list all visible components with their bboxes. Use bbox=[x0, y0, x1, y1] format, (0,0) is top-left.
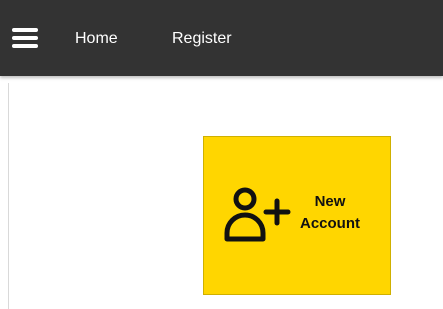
hamburger-menu-icon[interactable] bbox=[12, 28, 38, 48]
tile-label-line2: Account bbox=[300, 215, 360, 232]
tile-label-line1: New bbox=[314, 193, 346, 210]
new-account-tile[interactable]: New Account bbox=[203, 136, 391, 295]
new-account-label: New Account bbox=[292, 191, 368, 235]
nav-link-home[interactable]: Home bbox=[75, 29, 118, 49]
menu-bar-top bbox=[12, 28, 38, 32]
nav-link-register[interactable]: Register bbox=[172, 29, 232, 49]
content-left-border bbox=[8, 83, 9, 309]
menu-bar-middle bbox=[12, 36, 38, 40]
menu-bar-bottom bbox=[12, 44, 38, 48]
top-navbar: Home Register bbox=[0, 0, 443, 76]
add-user-icon bbox=[224, 187, 291, 242]
